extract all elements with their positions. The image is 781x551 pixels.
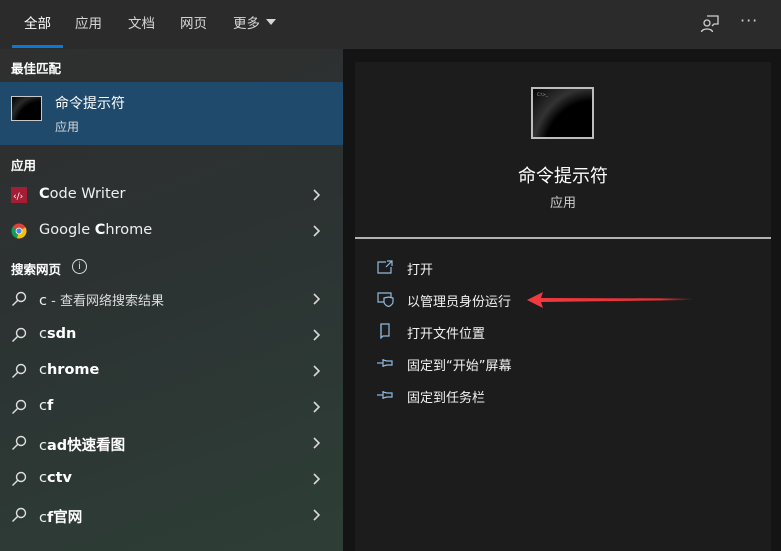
result-label: chrome [39, 362, 100, 378]
search-icon [12, 291, 27, 306]
app-name: Google Chrome [39, 222, 153, 238]
action-pin-to-taskbar[interactable]: 固定到任务栏 [355, 382, 771, 410]
result-label: csdn [39, 326, 77, 342]
best-match-type: 应用 [55, 120, 80, 134]
web-search-result[interactable]: csdn [0, 318, 343, 354]
command-prompt-large-icon: C:\>_ [531, 87, 594, 139]
tab-label: 更多 [233, 16, 260, 32]
more-options-icon[interactable]: ··· [740, 11, 762, 33]
info-icon[interactable]: i [72, 259, 87, 274]
annotation-arrow-icon [527, 292, 693, 308]
search-icon [12, 363, 27, 378]
list-item-google-chrome[interactable]: Google Chrome [0, 214, 343, 250]
chevron-right-icon[interactable] [312, 436, 322, 450]
app-title: 命令提示符 [518, 166, 608, 187]
result-label: cad快速看图 [39, 438, 126, 454]
feedback-icon[interactable] [699, 13, 721, 35]
search-icon [12, 471, 27, 486]
result-label: cf [39, 398, 54, 414]
app-type: 应用 [549, 196, 576, 211]
chevron-right-icon[interactable] [312, 292, 322, 306]
web-search-result[interactable]: cad快速看图 [0, 426, 343, 462]
pin-icon [377, 359, 393, 367]
web-search-result[interactable]: c - 查看网络搜索结果 [0, 282, 343, 318]
shield-admin-icon [377, 292, 394, 307]
best-match-name: 命令提示符 [55, 96, 125, 112]
search-icon [12, 327, 27, 342]
code-writer-icon: ‹/› [11, 187, 27, 203]
apps-heading: 应用 [11, 158, 37, 173]
chevron-right-icon[interactable] [312, 224, 322, 238]
chevron-right-icon[interactable] [312, 328, 322, 342]
chevron-right-icon[interactable] [312, 188, 322, 202]
result-label: c - 查看网络搜索结果 [39, 293, 164, 309]
tab-documents[interactable]: 文档 [128, 12, 155, 48]
action-label: 以管理员身份运行 [407, 295, 512, 310]
search-icon [12, 399, 27, 414]
chevron-right-icon[interactable] [312, 508, 322, 522]
tab-label: 网页 [180, 16, 207, 32]
search-icon [12, 435, 27, 450]
tab-label: 全部 [24, 16, 51, 32]
chevron-right-icon[interactable] [312, 400, 322, 414]
list-item-code-writer[interactable]: ‹/› Code Writer [0, 178, 343, 214]
web-search-result[interactable]: cctv [0, 462, 343, 498]
open-icon [377, 260, 393, 274]
best-match-item[interactable]: 命令提示符 应用 [0, 82, 343, 145]
tab-apps[interactable]: 应用 [75, 12, 102, 48]
action-label: 打开文件位置 [407, 327, 486, 342]
search-icon [12, 507, 27, 522]
chevron-down-icon [266, 19, 276, 25]
chevron-right-icon[interactable] [312, 364, 322, 378]
divider [355, 237, 771, 239]
results-panel: 最佳匹配 命令提示符 应用 应用 ‹/› Code Writer Google … [0, 49, 343, 551]
command-prompt-icon [11, 96, 42, 121]
svg-text:‹/›: ‹/› [13, 192, 23, 202]
chrome-icon [11, 223, 27, 239]
action-pin-to-start[interactable]: 固定到“开始”屏幕 [355, 350, 771, 378]
chevron-right-icon[interactable] [312, 472, 322, 486]
app-name: Code Writer [39, 186, 126, 202]
pin-icon [377, 391, 393, 399]
tab-label: 文档 [128, 16, 155, 32]
best-match-heading: 最佳匹配 [11, 61, 62, 76]
active-tab-indicator [12, 45, 63, 48]
tab-all[interactable]: 全部 [12, 12, 63, 48]
web-search-result[interactable]: cf官网 [0, 498, 343, 534]
search-filter-bar: 全部 应用 文档 网页 更多 ··· [0, 0, 781, 49]
folder-location-icon [380, 323, 390, 339]
result-label: cf官网 [39, 510, 83, 526]
web-search-result[interactable]: cf [0, 390, 343, 426]
action-label: 固定到“开始”屏幕 [407, 359, 512, 374]
web-search-heading: 搜索网页 [11, 262, 62, 277]
web-search-result[interactable]: chrome [0, 354, 343, 390]
tab-more[interactable]: 更多 [233, 12, 276, 48]
tab-label: 应用 [75, 16, 102, 32]
result-label: cctv [39, 470, 72, 486]
action-label: 打开 [407, 263, 434, 278]
tab-web[interactable]: 网页 [180, 12, 207, 48]
action-open[interactable]: 打开 [355, 254, 771, 282]
action-open-file-location[interactable]: 打开文件位置 [355, 318, 771, 346]
action-label: 固定到任务栏 [407, 391, 486, 406]
